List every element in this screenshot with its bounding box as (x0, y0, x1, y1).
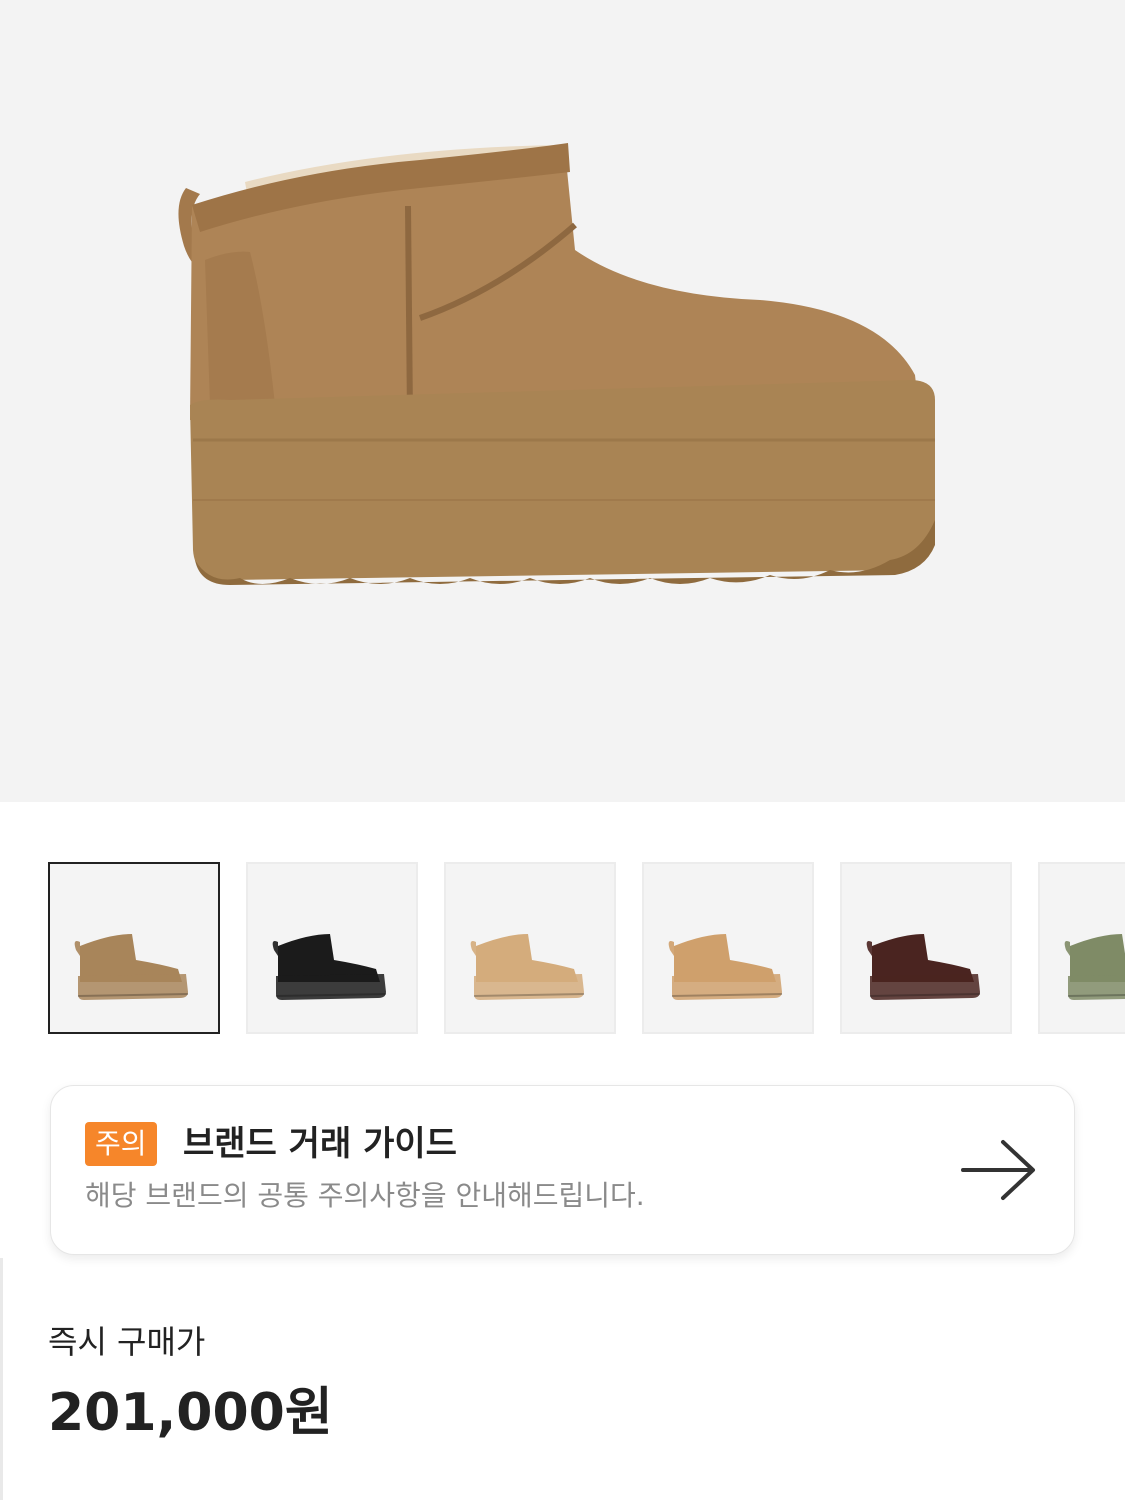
scroll-edge-indicator (0, 1258, 3, 1500)
boot-tan-thumb (668, 934, 783, 1000)
guide-description: 해당 브랜드의 공통 주의사항을 안내해드립니다. (85, 1179, 645, 1212)
guide-title: 브랜드 거래 가이드 (183, 1124, 457, 1164)
boot-chestnut-thumb (74, 934, 189, 1000)
thumbnail-5[interactable] (840, 862, 1012, 1034)
boot-brown-thumb (866, 934, 981, 1000)
thumbnail-2[interactable] (246, 862, 418, 1034)
thumbnail-4[interactable] (642, 862, 814, 1034)
brand-guide-card[interactable]: 주의 브랜드 거래 가이드 해당 브랜드의 공통 주의사항을 안내해드립니다. (50, 1085, 1075, 1255)
arrow-right-icon[interactable] (961, 1138, 1037, 1202)
boot-olive-thumb (1064, 934, 1125, 1000)
instant-buy-price-value: 201,000원 (48, 1383, 333, 1443)
color-thumbnail-strip (48, 862, 1125, 1037)
caution-badge: 주의 (85, 1122, 157, 1166)
thumbnail-3[interactable] (444, 862, 616, 1034)
platform-sole (190, 380, 935, 580)
boot-illustration-icon (178, 143, 935, 585)
instant-buy-price-label: 즉시 구매가 (48, 1323, 206, 1361)
boot-black-thumb (272, 934, 387, 1000)
thumbnail-6[interactable] (1038, 862, 1125, 1034)
product-main-image[interactable] (0, 0, 1125, 802)
boot-sand-thumb (470, 934, 585, 1000)
thumbnail-1[interactable] (48, 862, 220, 1034)
